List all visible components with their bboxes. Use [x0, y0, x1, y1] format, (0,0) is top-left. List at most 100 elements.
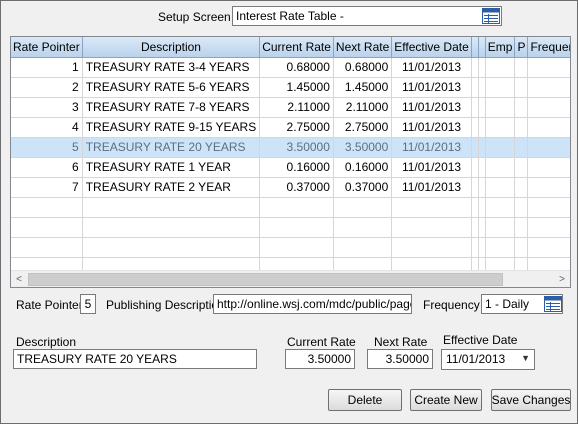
- create-new-button[interactable]: Create New: [410, 389, 482, 411]
- chevron-down-icon[interactable]: ▼: [521, 353, 530, 363]
- cell-next: 0.16000: [333, 157, 393, 178]
- cell-description: [82, 197, 261, 218]
- column-header[interactable]: Emp: [485, 37, 516, 58]
- cell-pointer: 4: [11, 117, 83, 138]
- next-rate-input[interactable]: 3.50000: [367, 349, 433, 369]
- publishing-description-label: Publishing Description: [106, 298, 225, 312]
- cell-empty: [485, 177, 516, 198]
- effective-date-label: Effective Date: [443, 333, 518, 347]
- cell-description: TREASURY RATE 1 YEAR: [82, 157, 261, 178]
- cell-empty: [478, 57, 486, 78]
- cell-pointer: [11, 237, 83, 258]
- cell-current: [259, 217, 334, 238]
- cell-empty: [527, 177, 570, 198]
- cell-pointer: [11, 217, 83, 238]
- cell-empty: [485, 237, 516, 258]
- cell-empty: [471, 117, 479, 138]
- cell-empty: [514, 237, 529, 258]
- delete-button[interactable]: Delete: [328, 389, 402, 411]
- rate-pointer-label: Rate Pointer: [16, 298, 83, 312]
- table-row[interactable]: 6 TREASURY RATE 1 YEAR 0.16000 0.16000 11/01…: [11, 157, 570, 178]
- scrollbar-thumb[interactable]: [28, 273, 503, 286]
- cell-next: 3.50000: [333, 137, 393, 158]
- cell-empty: [527, 237, 570, 258]
- cell-date: 11/01/2013: [391, 177, 472, 198]
- column-header[interactable]: [478, 37, 486, 58]
- cell-description: TREASURY RATE 2 YEAR: [82, 177, 261, 198]
- cell-empty: [478, 117, 486, 138]
- cell-description: TREASURY RATE 7-8 YEARS: [82, 97, 261, 118]
- cell-current: 2.11000: [259, 97, 334, 118]
- table-row[interactable]: [11, 217, 570, 238]
- cell-next: 0.68000: [333, 57, 393, 78]
- table-row[interactable]: 7 TREASURY RATE 2 YEAR 0.37000 0.37000 11/01…: [11, 177, 570, 198]
- cell-current: 2.75000: [259, 117, 334, 138]
- cell-date: 11/01/2013: [391, 57, 472, 78]
- cell-current: 0.68000: [259, 57, 334, 78]
- frequency-table-icon[interactable]: [543, 295, 563, 313]
- cell-next: 0.37000: [333, 177, 393, 198]
- column-header[interactable]: P: [514, 37, 529, 58]
- column-header[interactable]: Rate Pointer: [11, 37, 83, 58]
- description-label: Description: [16, 335, 77, 349]
- table-row[interactable]: 1 TREASURY RATE 3-4 YEARS 0.68000 0.68000 11…: [11, 57, 570, 78]
- table-row[interactable]: 4 TREASURY RATE 9-15 YEARS 2.75000 2.75000 1…: [11, 117, 570, 138]
- cell-empty: [478, 237, 486, 258]
- column-header[interactable]: Next Rate: [333, 37, 393, 58]
- table-row[interactable]: 2 TREASURY RATE 5-6 YEARS 1.45000 1.45000 11…: [11, 77, 570, 98]
- rate-grid[interactable]: Rate Pointer Description Current Rate Next …: [10, 36, 571, 288]
- save-changes-button[interactable]: Save Changes: [491, 389, 571, 411]
- cell-current: [259, 237, 334, 258]
- cell-empty: [527, 157, 570, 178]
- setup-screen-label: Setup Screen: [158, 10, 231, 24]
- cell-empty: [514, 157, 529, 178]
- cell-date: 11/01/2013: [391, 117, 472, 138]
- cell-empty: [471, 197, 479, 218]
- cell-pointer: 3: [11, 97, 83, 118]
- cell-description: [82, 217, 261, 238]
- table-row[interactable]: 3 TREASURY RATE 7-8 YEARS 2.11000 2.11000 11…: [11, 97, 570, 118]
- cell-empty: [527, 217, 570, 238]
- column-header[interactable]: Current Rate: [259, 37, 334, 58]
- description-input[interactable]: TREASURY RATE 20 YEARS: [13, 349, 257, 369]
- scroll-right-icon[interactable]: >: [554, 273, 570, 286]
- table-icon[interactable]: [481, 7, 501, 25]
- cell-empty: [471, 237, 479, 258]
- column-header[interactable]: Effective Date: [391, 37, 472, 58]
- column-header[interactable]: [471, 37, 479, 58]
- frequency-label: Frequency: [423, 298, 480, 312]
- cell-pointer: 5: [11, 137, 83, 158]
- horizontal-scrollbar[interactable]: < >: [11, 270, 570, 287]
- cell-empty: [485, 97, 516, 118]
- cell-date: 11/01/2013: [391, 97, 472, 118]
- cell-description: TREASURY RATE 5-6 YEARS: [82, 77, 261, 98]
- cell-pointer: [11, 197, 83, 218]
- cell-empty: [527, 77, 570, 98]
- publishing-description-input[interactable]: http://online.wsj.com/mdc/public/page/: [213, 294, 412, 314]
- current-rate-label: Current Rate: [287, 335, 356, 349]
- cell-date: [391, 237, 472, 258]
- cell-empty: [514, 97, 529, 118]
- cell-empty: [478, 157, 486, 178]
- cell-description: TREASURY RATE 3-4 YEARS: [82, 57, 261, 78]
- table-row[interactable]: [11, 237, 570, 258]
- effective-date-picker[interactable]: 11/01/2013 ▼: [441, 349, 535, 370]
- current-rate-input[interactable]: 3.50000: [285, 349, 355, 369]
- cell-empty: [485, 77, 516, 98]
- cell-date: 11/01/2013: [391, 137, 472, 158]
- cell-empty: [527, 197, 570, 218]
- column-header[interactable]: Frequer: [527, 37, 570, 58]
- cell-empty: [485, 117, 516, 138]
- cell-description: TREASURY RATE 9-15 YEARS: [82, 117, 261, 138]
- cell-empty: [478, 137, 486, 158]
- column-header[interactable]: Description: [82, 37, 261, 58]
- cell-empty: [471, 177, 479, 198]
- cell-next: [333, 197, 393, 218]
- cell-pointer: 1: [11, 57, 83, 78]
- scroll-left-icon[interactable]: <: [11, 273, 27, 286]
- table-row[interactable]: [11, 197, 570, 218]
- setup-screen-field[interactable]: Interest Rate Table -: [232, 6, 502, 26]
- cell-empty: [471, 77, 479, 98]
- cell-date: [391, 217, 472, 238]
- table-row[interactable]: 5 TREASURY RATE 20 YEARS 3.50000 3.50000 11/…: [11, 137, 570, 158]
